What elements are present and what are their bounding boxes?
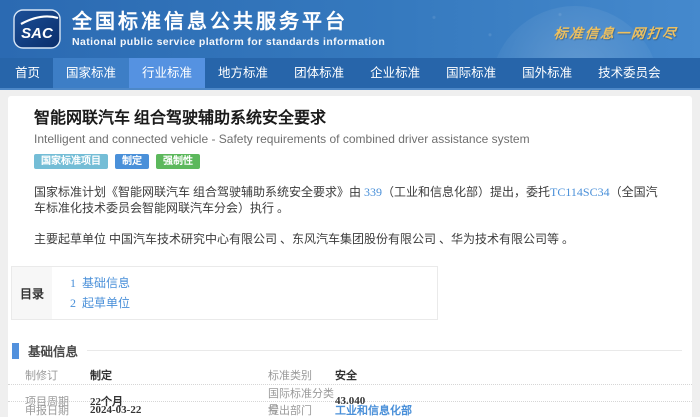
badge-formulate: 制定 bbox=[115, 154, 149, 169]
toc-link-basic-info-label: 基础信息 bbox=[82, 276, 130, 290]
header-slogan-calligraphy: 标准信息一网打尽 bbox=[553, 22, 679, 42]
badge-row: 国家标准项目 制定 强制性 bbox=[34, 154, 666, 169]
info-value-application-date: 2024-03-22 bbox=[90, 404, 268, 416]
toc-items: 1 基础信息 2 起草单位 bbox=[52, 267, 130, 319]
nav-item-enterprise-standards[interactable]: 企业标准 bbox=[357, 58, 433, 88]
nav-item-national-standards[interactable]: 国家标准 bbox=[53, 58, 129, 88]
info-row: 申报日期 2024-03-22 提出部门 工业和信息化部 bbox=[8, 402, 692, 417]
intro-p1-text-1: 国家标准计划《智能网联汽车 组合驾驶辅助系统安全要求》由 bbox=[34, 185, 364, 199]
toc-link-drafting-units[interactable]: 2 起草单位 bbox=[70, 293, 130, 313]
nav-item-industry-standards[interactable]: 行业标准 bbox=[129, 58, 205, 88]
svg-text:SAC: SAC bbox=[21, 25, 54, 42]
toc-link-basic-info[interactable]: 1 基础信息 bbox=[70, 273, 130, 293]
sac-logo[interactable]: SAC bbox=[13, 9, 61, 49]
basic-info-table: 制修订 制定 标准类别 安全 项目周期 22个月 国际标准分类号 43.040 … bbox=[8, 367, 692, 417]
nav-item-home[interactable]: 首页 bbox=[2, 58, 53, 88]
toc-num-1: 1 bbox=[70, 276, 76, 290]
content-card: 智能网联汽车 组合驾驶辅助系统安全要求 Intelligent and conn… bbox=[8, 96, 692, 417]
link-miit[interactable]: 工业和信息化部 bbox=[335, 402, 692, 417]
toc-box: 目录 1 基础信息 2 起草单位 bbox=[11, 266, 438, 320]
site-subtitle: National public service platform for sta… bbox=[72, 36, 385, 48]
toc-label: 目录 bbox=[12, 267, 52, 319]
basic-info-section-title: 基础信息 bbox=[28, 341, 78, 360]
link-339[interactable]: 339 bbox=[364, 185, 382, 199]
badge-national-standard-project: 国家标准项目 bbox=[34, 154, 108, 169]
info-label-proposing-department: 提出部门 bbox=[268, 402, 335, 417]
page-title: 智能网联汽车 组合驾驶辅助系统安全要求 bbox=[34, 108, 666, 129]
nav-item-group-standards[interactable]: 团体标准 bbox=[281, 58, 357, 88]
nav-item-foreign-standards[interactable]: 国外标准 bbox=[509, 58, 585, 88]
nav-item-international-standards[interactable]: 国际标准 bbox=[433, 58, 509, 88]
nav-item-local-standards[interactable]: 地方标准 bbox=[205, 58, 281, 88]
page-title-english: Intelligent and connected vehicle - Safe… bbox=[34, 132, 666, 147]
toc-link-drafting-units-label: 起草单位 bbox=[82, 296, 130, 310]
link-tc114sc34[interactable]: TC114SC34 bbox=[550, 185, 610, 199]
info-row: 项目周期 22个月 国际标准分类号 43.040 bbox=[8, 385, 692, 403]
basic-info-section-header: 基础信息 bbox=[12, 341, 682, 360]
info-value-standard-category: 安全 bbox=[335, 367, 692, 383]
section-divider-line bbox=[87, 350, 682, 351]
info-label-application-date: 申报日期 bbox=[25, 402, 90, 417]
site-title: 全国标准信息公共服务平台 bbox=[72, 10, 385, 34]
info-label-revision-type: 制修订 bbox=[25, 367, 90, 383]
section-accent-bar bbox=[12, 343, 19, 359]
toc-num-2: 2 bbox=[70, 296, 76, 310]
intro-paragraph-1: 国家标准计划《智能网联汽车 组合驾驶辅助系统安全要求》由 339（工业和信息化部… bbox=[34, 184, 666, 216]
badge-mandatory: 强制性 bbox=[156, 154, 200, 169]
info-label-standard-category: 标准类别 bbox=[268, 367, 335, 383]
site-header: SAC 全国标准信息公共服务平台 National public service… bbox=[0, 0, 700, 58]
info-row: 制修订 制定 标准类别 安全 bbox=[8, 367, 692, 385]
nav-item-technical-committees[interactable]: 技术委员会 bbox=[585, 58, 674, 88]
main-nav: 首页 国家标准 行业标准 地方标准 团体标准 企业标准 国际标准 国外标准 技术… bbox=[0, 58, 700, 90]
intro-p1-text-2: （工业和信息化部）提出，委托 bbox=[382, 185, 550, 199]
info-value-revision-type: 制定 bbox=[90, 367, 268, 383]
intro-paragraph-2: 主要起草单位 中国汽车技术研究中心有限公司 、东风汽车集团股份有限公司 、华为技… bbox=[34, 231, 666, 247]
